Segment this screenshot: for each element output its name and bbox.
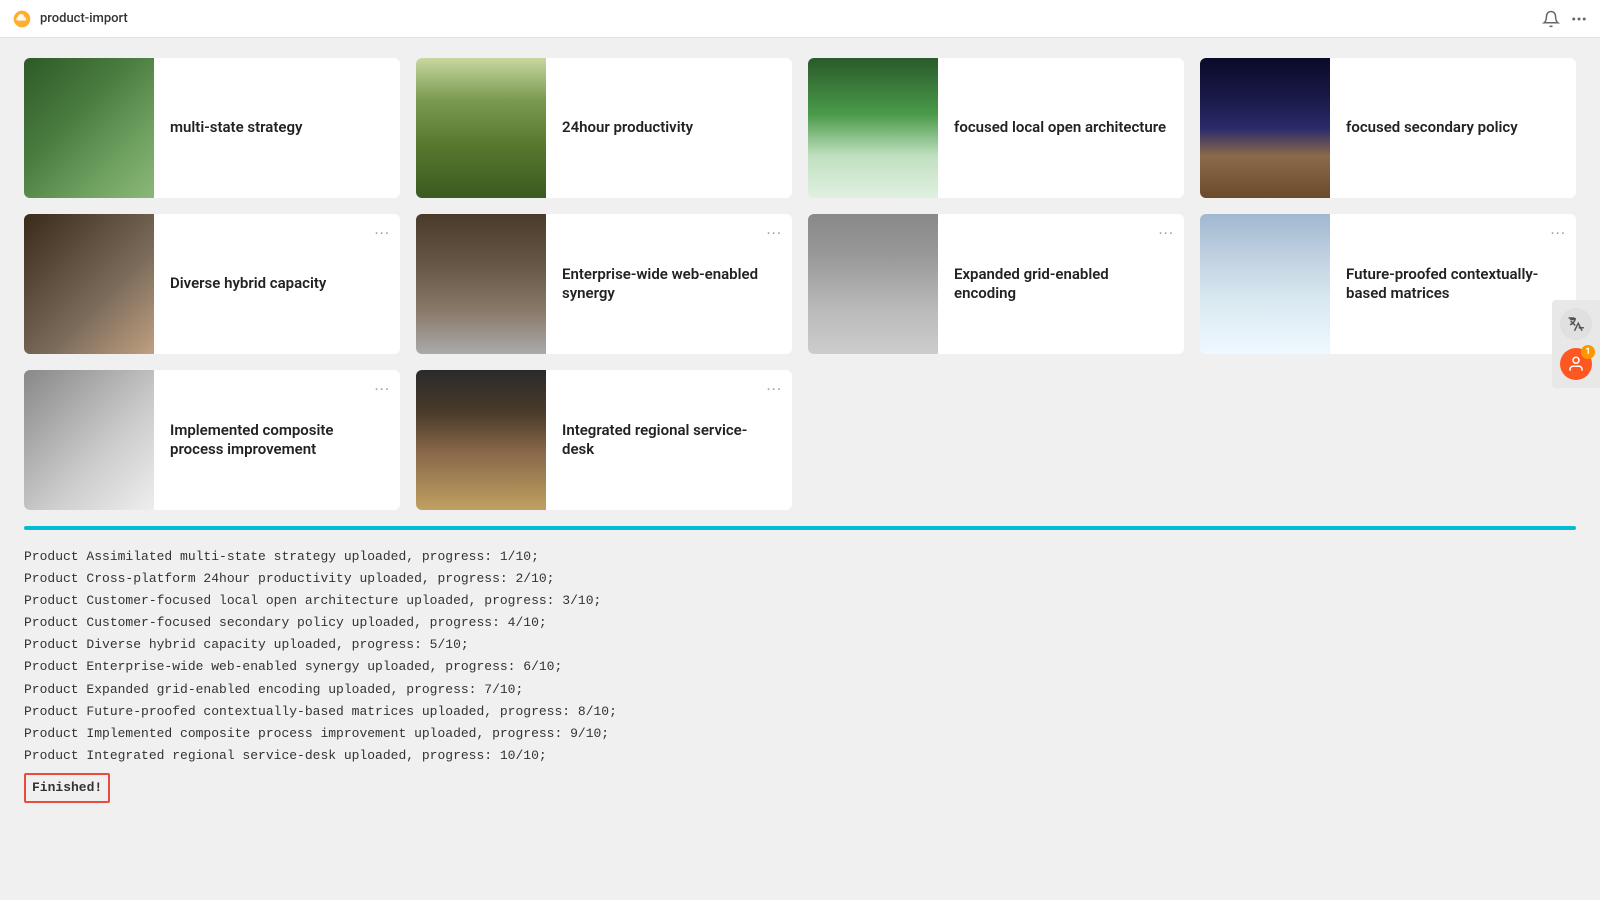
card-8-title: Future-proofed contextually-based matric… bbox=[1346, 265, 1560, 304]
card-7-title: Expanded grid-enabled encoding bbox=[954, 265, 1168, 304]
card-10-menu[interactable]: ··· bbox=[766, 380, 782, 399]
card-6-body: Enterprise-wide web-enabled synergy bbox=[546, 253, 792, 316]
card-7-image bbox=[808, 214, 938, 354]
card-7[interactable]: Expanded grid-enabled encoding ··· bbox=[808, 214, 1184, 354]
card-1-body: multi-state strategy bbox=[154, 106, 400, 150]
titlebar: product-import bbox=[0, 0, 1600, 38]
card-7-menu[interactable]: ··· bbox=[1158, 224, 1174, 243]
card-9-title: Implemented composite process improvemen… bbox=[170, 421, 384, 460]
right-sidebar: 1 bbox=[1552, 300, 1600, 388]
card-6-image bbox=[416, 214, 546, 354]
log-area: Product Assimilated multi-state strategy… bbox=[24, 542, 1576, 807]
log-line-7: Product Expanded grid-enabled encoding u… bbox=[24, 679, 1576, 701]
card-2-body: 24hour productivity bbox=[546, 106, 792, 150]
card-9[interactable]: Implemented composite process improvemen… bbox=[24, 370, 400, 510]
card-8-image bbox=[1200, 214, 1330, 354]
card-4[interactable]: focused secondary policy bbox=[1200, 58, 1576, 198]
notification-badge: 1 bbox=[1581, 345, 1595, 359]
card-4-title: focused secondary policy bbox=[1346, 118, 1560, 138]
card-8-body: Future-proofed contextually-based matric… bbox=[1330, 253, 1576, 316]
translate-icon bbox=[1567, 315, 1585, 333]
card-9-menu[interactable]: ··· bbox=[374, 380, 390, 399]
finished-badge: Finished! bbox=[24, 773, 110, 803]
log-line-5: Product Diverse hybrid capacity uploaded… bbox=[24, 634, 1576, 656]
card-8-menu[interactable]: ··· bbox=[1550, 224, 1566, 243]
card-5-title: Diverse hybrid capacity bbox=[170, 274, 384, 294]
card-7-body: Expanded grid-enabled encoding bbox=[938, 253, 1184, 316]
card-3-body: focused local open architecture bbox=[938, 106, 1184, 150]
card-1[interactable]: multi-state strategy bbox=[24, 58, 400, 198]
empty-col-2 bbox=[1200, 370, 1576, 510]
log-line-3: Product Customer-focused local open arch… bbox=[24, 590, 1576, 612]
card-6-menu[interactable]: ··· bbox=[766, 224, 782, 243]
card-5-image bbox=[24, 214, 154, 354]
log-line-4: Product Customer-focused secondary polic… bbox=[24, 612, 1576, 634]
card-4-body: focused secondary policy bbox=[1330, 106, 1576, 150]
card-10-title: Integrated regional service-desk bbox=[562, 421, 776, 460]
card-10-body: Integrated regional service-desk bbox=[546, 409, 792, 472]
bell-icon[interactable] bbox=[1542, 10, 1560, 28]
card-6[interactable]: Enterprise-wide web-enabled synergy ··· bbox=[416, 214, 792, 354]
cards-row-2: Diverse hybrid capacity ··· Enterprise-w… bbox=[24, 214, 1576, 354]
card-2-image bbox=[416, 58, 546, 198]
more-dots-icon[interactable] bbox=[1570, 10, 1588, 28]
log-line-1: Product Assimilated multi-state strategy… bbox=[24, 546, 1576, 568]
card-1-image bbox=[24, 58, 154, 198]
log-line-2: Product Cross-platform 24hour productivi… bbox=[24, 568, 1576, 590]
card-3-image bbox=[808, 58, 938, 198]
translate-button[interactable] bbox=[1560, 308, 1592, 340]
log-line-9: Product Implemented composite process im… bbox=[24, 723, 1576, 745]
separator-line bbox=[24, 526, 1576, 530]
log-line-10: Product Integrated regional service-desk… bbox=[24, 745, 1576, 767]
card-6-title: Enterprise-wide web-enabled synergy bbox=[562, 265, 776, 304]
cards-row-1: multi-state strategy 24hour productivity… bbox=[24, 58, 1576, 198]
card-5-menu[interactable]: ··· bbox=[374, 224, 390, 243]
card-3[interactable]: focused local open architecture bbox=[808, 58, 1184, 198]
card-1-title: multi-state strategy bbox=[170, 118, 384, 138]
card-8[interactable]: Future-proofed contextually-based matric… bbox=[1200, 214, 1576, 354]
titlebar-title: product-import bbox=[40, 11, 128, 26]
card-9-image bbox=[24, 370, 154, 510]
card-2-title: 24hour productivity bbox=[562, 118, 776, 138]
card-9-body: Implemented composite process improvemen… bbox=[154, 409, 400, 472]
card-5-body: Diverse hybrid capacity bbox=[154, 262, 400, 306]
log-line-6: Product Enterprise-wide web-enabled syne… bbox=[24, 656, 1576, 678]
card-10-image bbox=[416, 370, 546, 510]
main-content: multi-state strategy 24hour productivity… bbox=[0, 38, 1600, 827]
card-4-image bbox=[1200, 58, 1330, 198]
cloud-icon bbox=[12, 9, 32, 29]
card-2[interactable]: 24hour productivity bbox=[416, 58, 792, 198]
card-3-title: focused local open architecture bbox=[954, 118, 1168, 138]
card-10[interactable]: Integrated regional service-desk ··· bbox=[416, 370, 792, 510]
user-icon bbox=[1567, 355, 1585, 373]
log-line-8: Product Future-proofed contextually-base… bbox=[24, 701, 1576, 723]
titlebar-actions bbox=[1542, 10, 1588, 28]
cards-row-3: Implemented composite process improvemen… bbox=[24, 370, 1576, 510]
finished-container: Finished! bbox=[24, 771, 1576, 803]
user-button[interactable]: 1 bbox=[1560, 348, 1592, 380]
card-5[interactable]: Diverse hybrid capacity ··· bbox=[24, 214, 400, 354]
empty-col-1 bbox=[808, 370, 1184, 510]
